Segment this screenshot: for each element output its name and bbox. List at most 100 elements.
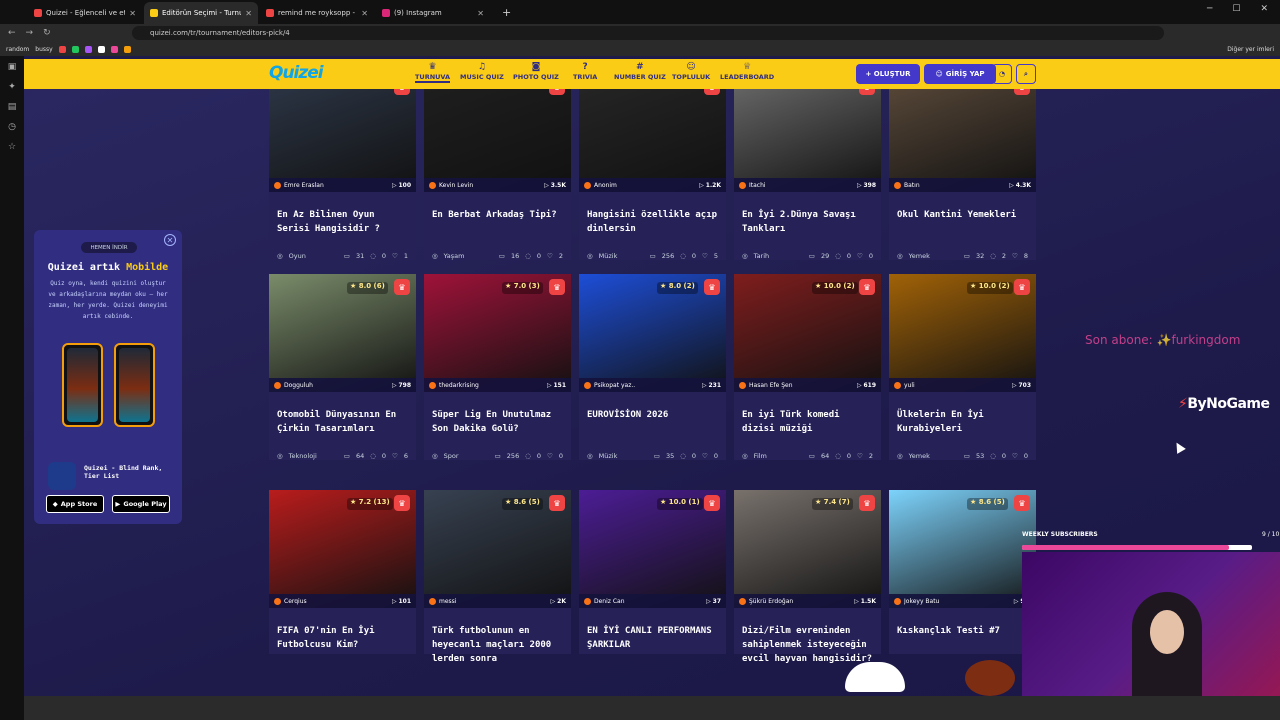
crown-icon[interactable]: ♛ xyxy=(549,89,565,95)
maximize-icon[interactable]: ☐ xyxy=(1232,4,1240,14)
card-thumbnail[interactable]: ★ 7.0 (3) ♛ thedarkrising ▷ 151 xyxy=(424,274,571,392)
tournament-card[interactable]: ★ 8.6 (5) ♛ messi ▷ 2K Türk futbolunun en he… xyxy=(424,490,571,664)
card-thumbnail[interactable]: ★ 7.2 (13) ♛ Cerqius ▷ 101 xyxy=(269,490,416,608)
crown-icon[interactable]: ♛ xyxy=(394,495,410,511)
author-name[interactable]: Şükrü Erdoğan xyxy=(749,598,854,605)
nav-music-quiz[interactable]: ♫ MUSIC QUIZ xyxy=(460,62,504,81)
other-bookmarks[interactable]: Diğer yer imleri xyxy=(1227,46,1274,53)
author-name[interactable]: Batın xyxy=(904,182,1009,189)
card-title[interactable]: EN İYİ CANLI PERFORMANS ŞARKILAR xyxy=(579,608,726,654)
history-icon[interactable]: ◷ xyxy=(8,122,16,132)
author-name[interactable]: Itachi xyxy=(749,182,857,189)
card-title[interactable]: EUROVİSİON 2026 xyxy=(579,392,726,438)
tournament-card[interactable]: ★ 10.0 (1) ♛ Deniz Can ▷ 37 EN İYİ CANLI PER… xyxy=(579,490,726,654)
browser-tab[interactable]: (9) Instagram ✕ xyxy=(376,2,490,24)
card-title[interactable]: En Az Bilinen Oyun Serisi Hangisidir ? xyxy=(269,192,416,238)
card-title[interactable]: Hangisini özellikle açıp dinlersin xyxy=(579,192,726,238)
card-thumbnail[interactable]: ★ 8.0 (6) ♛ Dogguluh ▷ 798 xyxy=(269,274,416,392)
tournament-card[interactable]: ★ 7.0 (3) ♛ thedarkrising ▷ 151 Süper Lig En… xyxy=(424,274,571,460)
crown-icon[interactable]: ♛ xyxy=(859,89,875,95)
tournament-card[interactable]: ♛ Itachi▷ 398En İyi 2.Dünya Savaşı Tankla… xyxy=(734,89,881,260)
author-name[interactable]: thedarkrising xyxy=(439,382,547,389)
tournament-card[interactable]: ★ 8.0 (6) ♛ Dogguluh ▷ 798 Otomobil Dünyasın… xyxy=(269,274,416,460)
nav-number-quiz[interactable]: # NUMBER QUIZ xyxy=(614,62,666,81)
bookmark-random[interactable]: random xyxy=(6,46,29,53)
close-window-icon[interactable]: ✕ xyxy=(1260,4,1268,14)
author-name[interactable]: Jokeyy Batu xyxy=(904,598,1014,605)
card-thumbnail[interactable]: ★ 10.0 (1) ♛ Deniz Can ▷ 37 xyxy=(579,490,726,608)
tournament-card[interactable]: ★ 10.0 (2) ♛ Hasan Efe Şen ▷ 619 En iyi Türk… xyxy=(734,274,881,460)
nav-leaderboard[interactable]: ♕ LEADERBOARD xyxy=(720,62,774,81)
forward-icon[interactable]: → xyxy=(26,28,34,38)
card-thumbnail[interactable]: ♛ Emre Eraslan▷ 100 xyxy=(269,89,416,192)
card-title[interactable]: Kıskançlık Testi #7 xyxy=(889,608,1036,654)
twitch-bookmark-icon[interactable] xyxy=(84,45,92,53)
crown-icon[interactable]: ♛ xyxy=(704,279,720,295)
youtube-bookmark-icon[interactable] xyxy=(58,45,66,53)
nav-turnuva[interactable]: ♛ TURNUVA xyxy=(415,62,451,83)
instagram-bookmark-icon[interactable] xyxy=(110,45,118,53)
card-title[interactable]: FIFA 07'nin En İyi Futbolcusu Kim? xyxy=(269,608,416,654)
bookmark-icon[interactable] xyxy=(123,45,131,53)
browser-tab[interactable]: Quizei - Eğlenceli ve etkileşimli✕ xyxy=(28,2,142,24)
card-thumbnail[interactable]: ♛ Anonim▷ 1.2K xyxy=(579,89,726,192)
tournament-card[interactable]: ★ 7.2 (13) ♛ Cerqius ▷ 101 FIFA 07'nin En İy… xyxy=(269,490,416,654)
card-thumbnail[interactable]: ★ 8.0 (2) ♛ Psikopat yaz.. ▷ 231 xyxy=(579,274,726,392)
card-title[interactable]: En İyi 2.Dünya Savaşı Tankları xyxy=(734,192,881,238)
nav-topluluk[interactable]: ☺ TOPLULUK xyxy=(672,62,710,81)
close-tab-icon[interactable]: ✕ xyxy=(477,9,484,18)
author-name[interactable]: Cerqius xyxy=(284,598,392,605)
tournament-card[interactable]: ♛ Emre Eraslan▷ 100En Az Bilinen Oyun Ser… xyxy=(269,89,416,260)
favorites-icon[interactable]: ☆ xyxy=(8,142,16,152)
card-thumbnail[interactable]: ★ 8.6 (5) ♛ Jokeyy Batu▷ 9.9 xyxy=(889,490,1036,608)
author-name[interactable]: Emre Eraslan xyxy=(284,182,392,189)
url-input[interactable]: quizei.com/tr/tournament/editors-pick/4 xyxy=(132,26,1164,40)
login-button[interactable]: ☺ GİRİŞ YAP xyxy=(924,64,996,84)
browser-tab[interactable]: Editörün Seçimi - Turnuva - Qu✕ xyxy=(144,2,258,24)
nav-photo-quiz[interactable]: ◙ PHOTO QUIZ xyxy=(513,62,559,81)
author-name[interactable]: Hasan Efe Şen xyxy=(749,382,857,389)
author-name[interactable]: yuli xyxy=(904,382,1012,389)
card-title[interactable]: En Berbat Arkadaş Tipi? xyxy=(424,192,571,238)
card-thumbnail[interactable]: ★ 10.0 (2) ♛ Hasan Efe Şen ▷ 619 xyxy=(734,274,881,392)
app-store-button[interactable]: ◆ App Store xyxy=(46,495,104,513)
crown-icon[interactable]: ♛ xyxy=(1014,279,1030,295)
crown-icon[interactable]: ♛ xyxy=(549,495,565,511)
card-title[interactable]: Türk futbolunun en heyecanlı maçları 200… xyxy=(424,608,571,664)
close-icon[interactable]: ✕ xyxy=(164,234,176,246)
card-title[interactable]: Otomobil Dünyasının En Çirkin Tasarımlar… xyxy=(269,392,416,438)
crown-icon[interactable]: ♛ xyxy=(704,495,720,511)
author-name[interactable]: Dogguluh xyxy=(284,382,392,389)
card-thumbnail[interactable]: ★ 8.6 (5) ♛ messi ▷ 2K xyxy=(424,490,571,608)
crown-icon[interactable]: ♛ xyxy=(859,495,875,511)
card-thumbnail[interactable]: ♛ Batın▷ 4.3K xyxy=(889,89,1036,192)
tournament-card[interactable]: ★ 8.0 (2) ♛ Psikopat yaz.. ▷ 231 EUROVİSİON … xyxy=(579,274,726,460)
author-name[interactable]: Psikopat yaz.. xyxy=(594,382,702,389)
bookmark-bussy[interactable]: bussy xyxy=(35,46,52,53)
crown-icon[interactable]: ♛ xyxy=(549,279,565,295)
sidebar-toggle-icon[interactable]: ▣ xyxy=(8,62,17,72)
card-thumbnail[interactable]: ★ 10.0 (2) ♛ yuli ▷ 703 xyxy=(889,274,1036,392)
card-title[interactable]: Süper Lig En Unutulmaz Son Dakika Golü? xyxy=(424,392,571,438)
card-thumbnail[interactable]: ★ 7.4 (7) ♛ Şükrü Erdoğan ▷ 1.5K xyxy=(734,490,881,608)
card-title[interactable]: Dizi/Film evreninden sahiplenmek isteyec… xyxy=(734,608,881,664)
card-thumbnail[interactable]: ♛ Kevin Levin▷ 3.5K xyxy=(424,89,571,192)
author-name[interactable]: Deniz Can xyxy=(594,598,706,605)
crown-icon[interactable]: ♛ xyxy=(1014,89,1030,95)
author-name[interactable]: Anonim xyxy=(594,182,699,189)
tournament-card[interactable]: ♛ Kevin Levin▷ 3.5KEn Berbat Arkadaş Tipi… xyxy=(424,89,571,260)
crown-icon[interactable]: ♛ xyxy=(859,279,875,295)
card-title[interactable]: Ülkelerin En İyi Kurabiyeleri xyxy=(889,392,1036,438)
crown-icon[interactable]: ♛ xyxy=(704,89,720,95)
tournament-card[interactable]: ★ 7.4 (7) ♛ Şükrü Erdoğan ▷ 1.5K Dizi/Film e… xyxy=(734,490,881,664)
close-tab-icon[interactable]: ✕ xyxy=(129,9,136,18)
close-tab-icon[interactable]: ✕ xyxy=(361,9,368,18)
tabs-icon[interactable]: ▤ xyxy=(8,102,17,112)
bookmark-icon[interactable] xyxy=(71,45,79,53)
card-title[interactable]: En iyi Türk komedi dizisi müziği xyxy=(734,392,881,438)
google-play-button[interactable]: ▶ Google Play xyxy=(112,495,170,513)
search-icon[interactable]: ⌕ xyxy=(1016,64,1036,84)
crown-icon[interactable]: ♛ xyxy=(1014,495,1030,511)
new-tab-icon[interactable]: + xyxy=(502,6,511,19)
author-name[interactable]: messi xyxy=(439,598,551,605)
